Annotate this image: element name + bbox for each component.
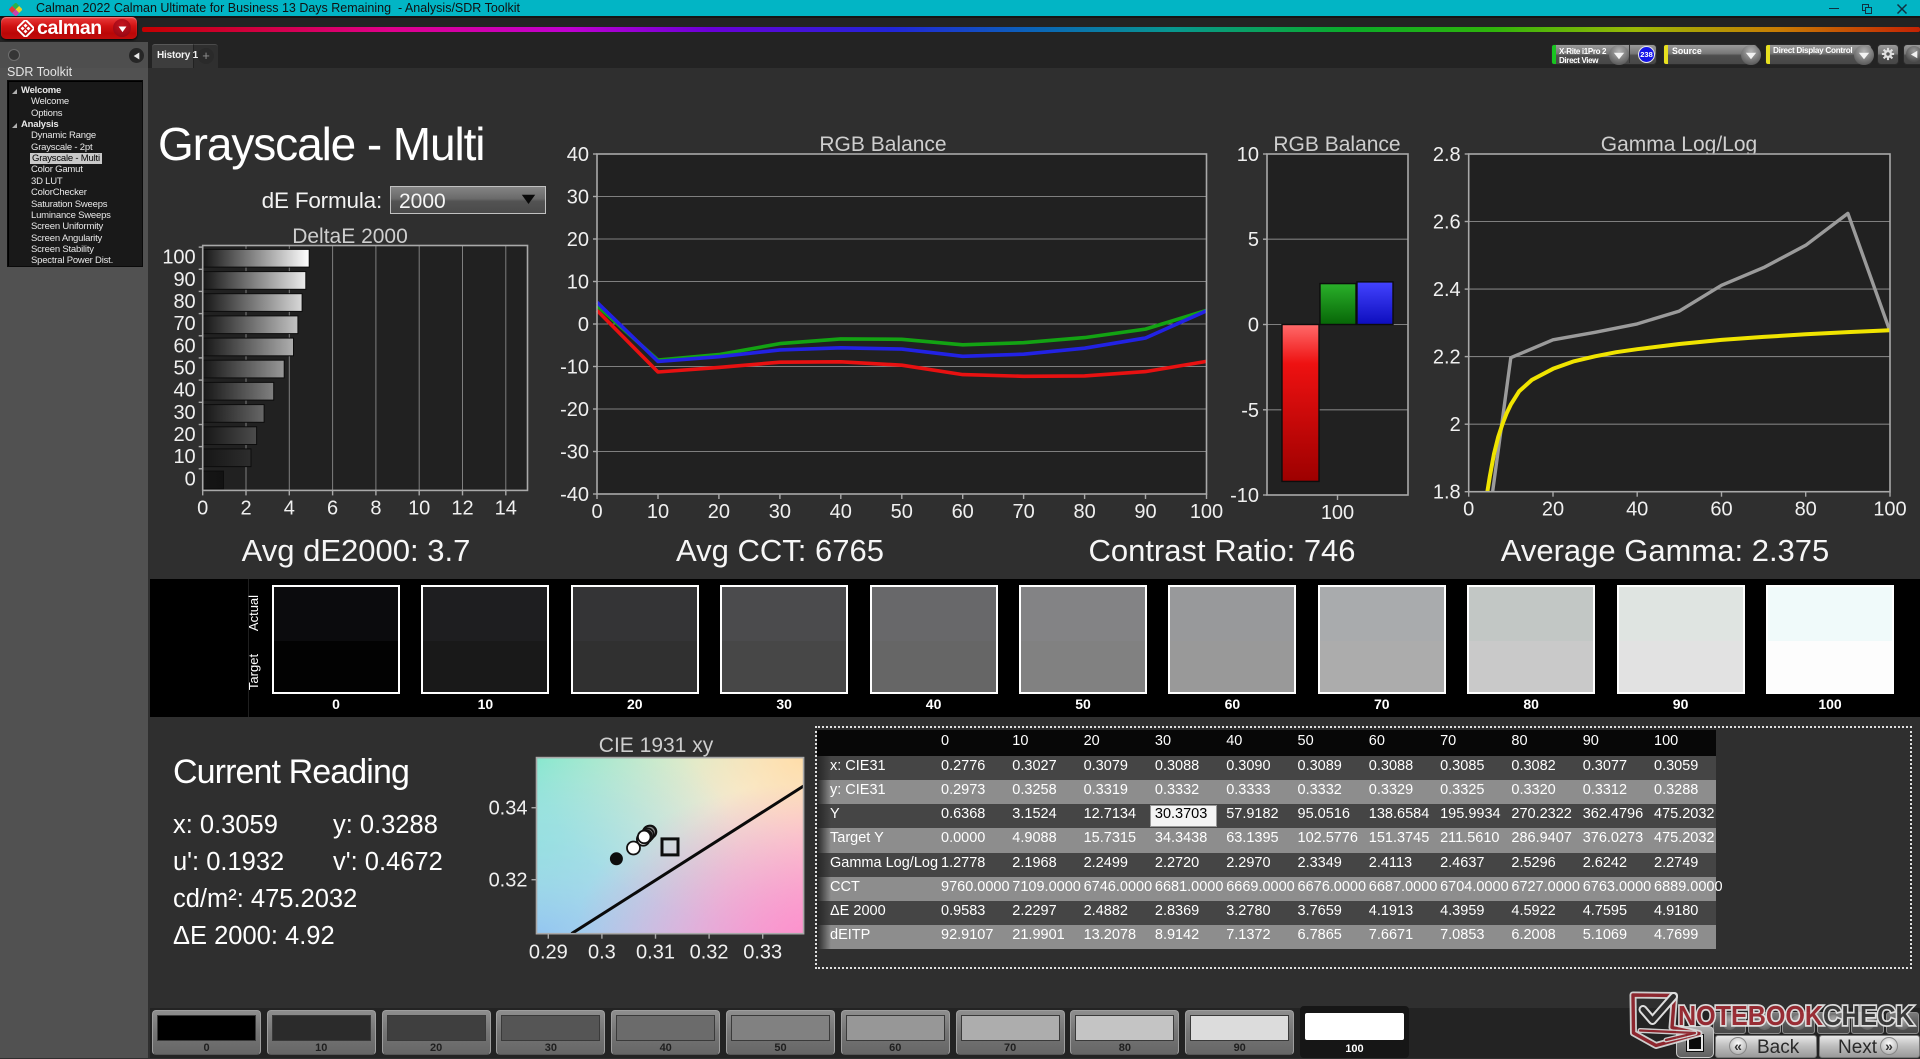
svg-text:RGB Balance: RGB Balance [1273,133,1400,156]
svg-text:12: 12 [451,497,473,519]
svg-text:100: 100 [1190,501,1223,523]
svg-text:0: 0 [1248,315,1259,337]
svg-text:70: 70 [173,313,195,335]
svg-text:5: 5 [1248,229,1259,251]
svg-text:30: 30 [769,501,791,523]
svg-text:20: 20 [173,424,195,446]
svg-text:40: 40 [567,144,589,166]
svg-text:1.8: 1.8 [1433,482,1461,504]
svg-text:0: 0 [185,468,196,490]
svg-text:0.31: 0.31 [636,942,675,964]
svg-text:0.29: 0.29 [529,942,568,964]
svg-text:30: 30 [567,187,589,209]
svg-text:60: 60 [1710,499,1732,521]
svg-text:10: 10 [647,501,669,523]
svg-text:100: 100 [1873,499,1906,521]
svg-text:70: 70 [1012,501,1034,523]
svg-text:80: 80 [1795,499,1817,521]
svg-text:2.4: 2.4 [1433,279,1461,301]
svg-text:2.2: 2.2 [1433,347,1461,369]
svg-text:DeltaE 2000: DeltaE 2000 [292,225,408,248]
svg-text:-30: -30 [560,442,589,464]
svg-text:80: 80 [1073,501,1095,523]
svg-text:0: 0 [578,314,589,336]
svg-text:40: 40 [830,501,852,523]
svg-text:0: 0 [1463,499,1474,521]
svg-text:4: 4 [284,497,295,519]
svg-text:10: 10 [567,272,589,294]
svg-text:100: 100 [1321,502,1354,524]
svg-text:6: 6 [327,497,338,519]
svg-text:20: 20 [567,229,589,251]
svg-text:90: 90 [1134,501,1156,523]
svg-text:2.6: 2.6 [1433,212,1461,234]
svg-text:14: 14 [495,497,517,519]
svg-text:0.34: 0.34 [489,798,528,820]
svg-text:-10: -10 [1230,485,1259,507]
svg-text:10: 10 [173,446,195,468]
svg-text:2: 2 [1450,414,1461,436]
svg-text:80: 80 [173,291,195,313]
svg-text:0: 0 [197,497,208,519]
svg-text:-20: -20 [560,399,589,421]
svg-text:60: 60 [952,501,974,523]
svg-text:60: 60 [173,335,195,357]
svg-text:50: 50 [173,358,195,380]
svg-text:RGB Balance: RGB Balance [819,133,946,156]
svg-text:10: 10 [408,497,430,519]
svg-text:100: 100 [162,247,195,269]
svg-text:0.3: 0.3 [588,942,616,964]
svg-text:-40: -40 [560,484,589,506]
svg-text:0.32: 0.32 [489,870,528,892]
svg-text:CHECK: CHECK [1823,1000,1914,1031]
svg-text:20: 20 [1542,499,1564,521]
svg-text:50: 50 [891,501,913,523]
svg-text:30: 30 [173,402,195,424]
svg-text:40: 40 [1626,499,1648,521]
svg-text:-10: -10 [560,357,589,379]
svg-text:0.32: 0.32 [690,942,729,964]
svg-text:90: 90 [173,269,195,291]
svg-text:0: 0 [591,501,602,523]
svg-text:10: 10 [1237,144,1259,166]
svg-text:2.8: 2.8 [1433,144,1461,166]
svg-text:2: 2 [240,497,251,519]
svg-text:NOTEBOOK: NOTEBOOK [1678,1000,1823,1031]
svg-text:Gamma Log/Log: Gamma Log/Log [1601,133,1757,156]
svg-text:20: 20 [708,501,730,523]
svg-text:CIE 1931 xy: CIE 1931 xy [599,735,714,757]
svg-text:40: 40 [173,380,195,402]
svg-text:0.33: 0.33 [743,942,782,964]
svg-text:-5: -5 [1241,400,1259,422]
svg-text:8: 8 [370,497,381,519]
